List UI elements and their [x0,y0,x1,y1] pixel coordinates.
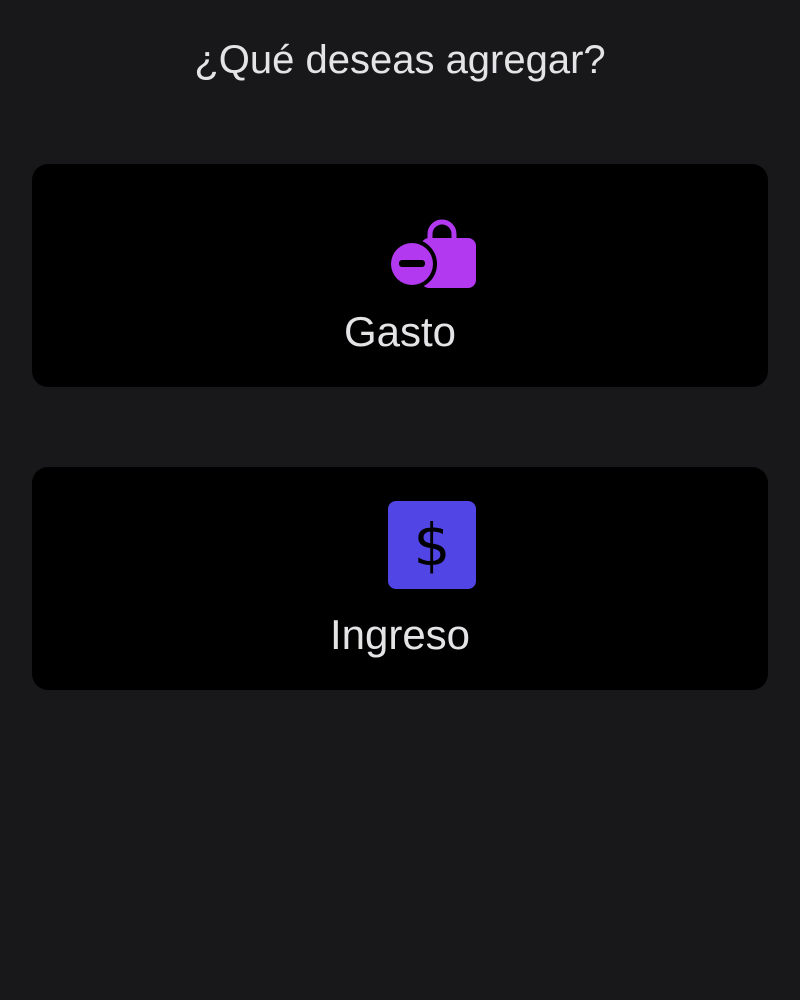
add-entry-screen: ¿Qué deseas agregar? Gasto $ Ingreso [0,0,800,1000]
svg-text:$: $ [414,511,451,579]
expense-option-button[interactable]: Gasto [32,164,768,387]
expense-label: Gasto [343,308,457,355]
page-title: ¿Qué deseas agregar? [194,38,606,82]
income-option-button[interactable]: $ Ingreso [32,467,768,690]
dollar-sign-icon: $ [384,497,480,593]
income-label: Ingreso [329,611,471,658]
shopping-bag-minus-icon [384,194,480,290]
